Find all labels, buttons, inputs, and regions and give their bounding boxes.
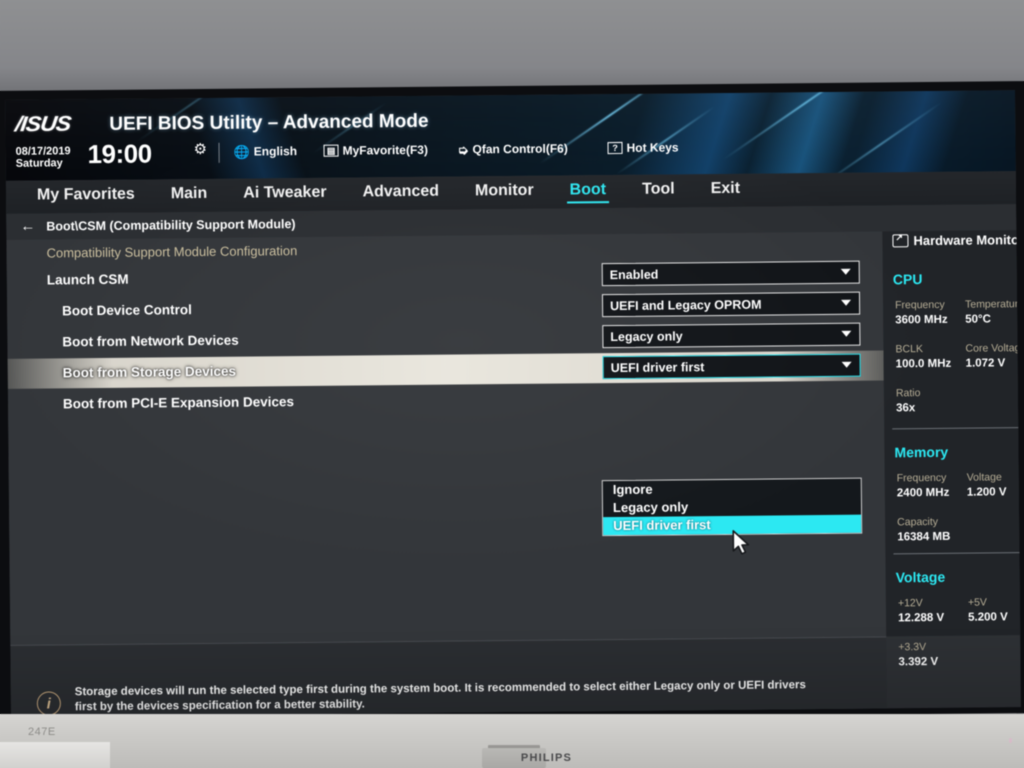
hw-metric-key: Capacity — [897, 515, 939, 529]
hw-section-title: Voltage — [895, 568, 946, 586]
hotkeys-button[interactable]: ? Hot Keys — [607, 140, 679, 155]
setting-value: UEFI driver first — [610, 359, 705, 375]
hw-section-divider — [893, 552, 1021, 555]
setting-label: Launch CSM — [46, 271, 129, 288]
tab-ai-tweaker[interactable]: Ai Tweaker — [240, 182, 330, 207]
hw-metric-value: 5.200 V — [968, 611, 1008, 624]
setting-label: Boot from Storage Devices — [62, 363, 237, 381]
setting-dropdown[interactable]: UEFI and Legacy OPROM — [601, 291, 861, 318]
chevron-down-icon — [841, 361, 852, 368]
myfavorite-button[interactable]: ▤ MyFavorite(F3) — [323, 142, 428, 158]
back-arrow-icon[interactable]: ← — [20, 218, 35, 235]
setting-label: Boot from PCI-E Expansion Devices — [62, 394, 295, 412]
hw-metric-value: 36x — [896, 402, 916, 415]
setting-dropdown[interactable]: Legacy only — [602, 322, 861, 349]
header-divider — [218, 142, 220, 163]
qfan-icon: ➭ — [457, 141, 469, 158]
setting-dropdown[interactable]: Enabled — [601, 260, 860, 287]
dropdown-list[interactable]: Ignore Legacy only UEFI driver first — [601, 477, 863, 537]
hw-section-divider — [892, 427, 1021, 430]
qfan-label: Qfan Control(F6) — [472, 141, 568, 157]
setting-value: Enabled — [609, 267, 659, 282]
qfan-control-button[interactable]: ➭ Qfan Control(F6) — [457, 141, 568, 158]
chevron-down-icon — [841, 330, 852, 337]
tab-exit[interactable]: Exit — [708, 178, 744, 202]
hw-metric-value: 50°C — [965, 313, 991, 326]
help-panel: i Storage devices will run the selected … — [10, 636, 888, 717]
hardware-monitor-header: Hardware Monitor — [892, 232, 1021, 248]
myfavorite-icon: ▤ — [323, 144, 339, 157]
bios-screen: /ISUS UEFI BIOS Utility – Advanced Mode … — [5, 90, 1021, 717]
setting-value: UEFI and Legacy OPROM — [609, 297, 762, 313]
tab-boot[interactable]: Boot — [566, 179, 610, 204]
gear-icon[interactable]: ⚙ — [193, 140, 207, 158]
hw-metric-value: 2400 MHz — [896, 486, 950, 500]
hotkeys-label: Hot Keys — [626, 140, 679, 155]
hardware-monitor-panel: Hardware Monitor CPUFrequency3600 MHzTem… — [882, 230, 1021, 668]
mouse-pointer — [731, 530, 751, 563]
hw-metric-key: Voltage — [966, 471, 1002, 484]
asus-logo: /ISUS — [13, 111, 72, 136]
hw-metric-value: 1.072 V — [965, 357, 1006, 370]
hw-metric-key: Ratio — [895, 387, 921, 400]
desk-object — [0, 742, 110, 768]
hw-metric-value: 12.288 V — [898, 611, 945, 625]
tab-tool[interactable]: Tool — [639, 178, 678, 202]
language-button[interactable]: 🌐 English — [233, 144, 298, 160]
photo-scene: /ISUS UEFI BIOS Utility – Advanced Mode … — [0, 0, 1024, 768]
section-title: Compatibility Support Module Configurati… — [46, 243, 298, 261]
hw-metric-value: 100.0 MHz — [895, 357, 952, 371]
tab-list: My Favorites Main Ai Tweaker Advanced Monito… — [34, 178, 743, 209]
chevron-down-icon — [841, 299, 852, 306]
chevron-down-icon — [840, 268, 851, 275]
hw-metric-key: Frequency — [895, 298, 945, 312]
globe-icon: 🌐 — [233, 144, 250, 160]
tab-monitor[interactable]: Monitor — [472, 180, 537, 205]
hw-section-title: CPU — [892, 271, 923, 288]
clock-display: 19:00 — [87, 138, 152, 170]
settings-area: Compatibility Support Module Configurati… — [6, 231, 887, 645]
hw-metric-key: Core Voltage — [965, 342, 1021, 355]
hw-metric-key: +12V — [897, 597, 923, 610]
info-icon: i — [36, 691, 61, 716]
language-label: English — [253, 144, 298, 159]
hw-metric-value: 16384 MB — [897, 530, 951, 544]
philips-logo: PHILIPS — [520, 752, 573, 764]
breadcrumb: Boot\CSM (Compatibility Support Module) — [46, 217, 296, 234]
page-title: UEFI BIOS Utility – Advanced Mode — [109, 110, 429, 135]
tab-advanced[interactable]: Advanced — [359, 181, 442, 206]
power-led — [1009, 738, 1012, 743]
hw-metric-key: Temperature — [965, 298, 1021, 311]
lcd-panel: /ISUS UEFI BIOS Utility – Advanced Mode … — [5, 90, 1021, 717]
date-value: 08/17/2019 — [15, 145, 71, 158]
hw-metric-key: +3.3V — [898, 641, 927, 654]
weekday-value: Saturday — [15, 157, 63, 170]
setting-label: Boot Device Control — [62, 302, 192, 319]
setting-dropdown[interactable]: UEFI driver first — [602, 353, 861, 380]
bios-header: /ISUS UEFI BIOS Utility – Advanced Mode … — [5, 90, 1016, 181]
monitor-model-label: 247E — [28, 726, 56, 738]
hotkeys-icon: ? — [607, 141, 623, 155]
setting-label: Boot from Network Devices — [62, 332, 239, 350]
hw-metric-value: 3600 MHz — [895, 313, 948, 327]
hardware-monitor-title: Hardware Monitor — [913, 232, 1021, 249]
hw-metric-value: 3.392 V — [898, 655, 939, 669]
monitor-icon — [892, 234, 909, 248]
hw-metric-key: Frequency — [896, 471, 947, 485]
date-display: 08/17/2019 Saturday — [16, 145, 71, 170]
hw-section-title: Memory — [894, 443, 949, 461]
tab-main[interactable]: Main — [168, 183, 211, 207]
setting-value: Legacy only — [610, 328, 683, 344]
hw-metric-key: +5V — [967, 596, 987, 609]
hw-metric-value: 1.200 V — [966, 486, 1007, 499]
hw-metric-key: BCLK — [895, 343, 923, 356]
myfavorite-label: MyFavorite(F3) — [342, 142, 428, 158]
tab-my-favorites[interactable]: My Favorites — [34, 184, 138, 209]
